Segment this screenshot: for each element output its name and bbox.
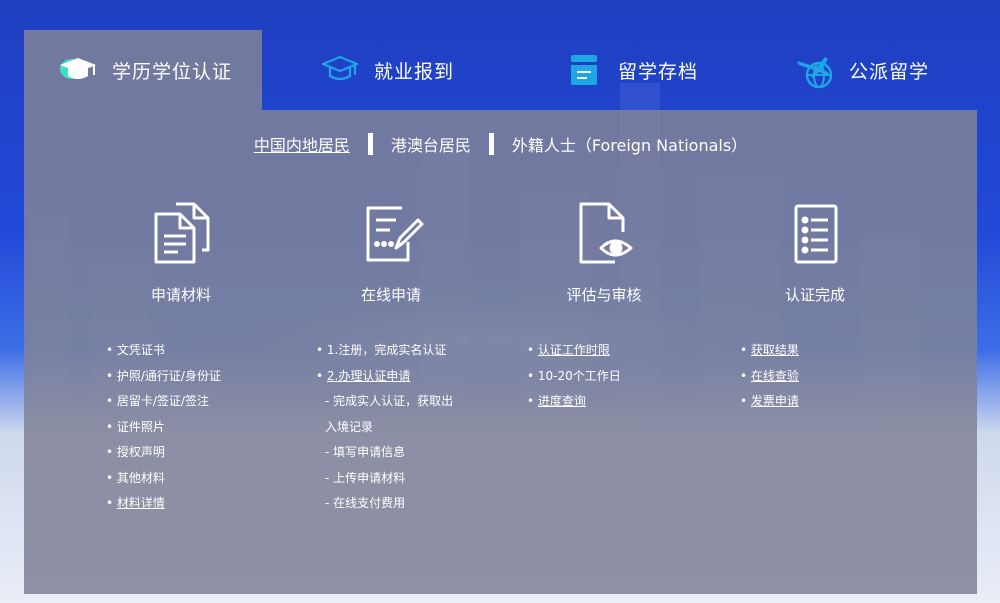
step-evaluation-review: 评估与审核 — [529, 198, 679, 305]
list-item: • 文凭证书 — [106, 343, 165, 357]
tab-label: 留学存档 — [618, 60, 699, 83]
subnav-divider — [488, 133, 494, 155]
review-list: • 认证工作时限 • 10-20个工作日 • 进度查询 — [527, 338, 621, 415]
file-review-eye-icon — [569, 198, 639, 268]
subnav-foreign-nationals[interactable]: 外籍人士（Foreign Nationals） — [512, 132, 747, 156]
list-item: • 其他材料 — [106, 470, 165, 485]
tab-employment-report[interactable]: 就业报到 — [320, 30, 454, 110]
list-item: • 发票申请 — [740, 394, 799, 408]
step-materials: 申请材料 — [106, 198, 256, 305]
step-title: 评估与审核 — [566, 286, 642, 304]
subnav-hk-macao-taiwan[interactable]: 港澳台居民 — [391, 132, 471, 156]
get-result-link[interactable]: 获取结果 — [751, 343, 799, 357]
list-subitem: 入境记录 — [325, 419, 374, 434]
tab-label: 就业报到 — [374, 60, 455, 83]
online-verify-link[interactable]: 在线查验 — [751, 369, 799, 383]
materials-list: • 文凭证书 • 护照/通行证/身份证 • 居留卡/签证/签注 • 证件照片 •… — [106, 338, 221, 517]
list-item: • 认证工作时限 — [527, 343, 610, 357]
step-title: 申请材料 — [150, 286, 211, 304]
graduation-cap-icon — [58, 50, 98, 90]
list-item: • 居留卡/签证/签注 — [106, 394, 209, 408]
top-tabs: 学历学位认证 就业报到 留学存档 公派留学 — [0, 30, 1000, 110]
plane-globe-icon — [795, 50, 835, 90]
list-subitem: - 完成实人认证，获取出 — [325, 394, 454, 408]
list-item: • 10-20个工作日 — [527, 368, 621, 383]
form-edit-icon — [356, 198, 426, 268]
step-online-application: 在线申请 — [316, 198, 466, 305]
list-subitem: - 填写申请信息 — [325, 445, 406, 459]
documents-icon — [146, 198, 216, 268]
list-item: • 证件照片 — [106, 419, 165, 434]
list-item: • 进度查询 — [527, 394, 586, 408]
subnav-divider — [367, 133, 373, 155]
list-item: • 在线查验 — [740, 368, 799, 383]
list-item: • 获取结果 — [740, 343, 799, 357]
tab-study-abroad-archive[interactable]: 留学存档 — [564, 30, 698, 110]
complete-list: • 获取结果 • 在线查验 • 发票申请 — [740, 338, 799, 415]
materials-details-link[interactable]: 材料详情 — [117, 496, 165, 510]
list-item: • 护照/通行证/身份证 — [106, 368, 221, 383]
tab-degree-certification[interactable]: 学历学位认证 — [24, 30, 262, 110]
processing-time-link[interactable]: 认证工作时限 — [538, 343, 610, 357]
list-subitem: - 在线支付费用 — [325, 496, 406, 510]
progress-query-link[interactable]: 进度查询 — [538, 394, 586, 408]
step-title: 认证完成 — [784, 286, 845, 304]
list-item: • 材料详情 — [106, 496, 165, 510]
tab-government-sponsored[interactable]: 公派留学 — [795, 30, 929, 110]
apply-certification-link[interactable]: 2.办理认证申请 — [327, 369, 410, 383]
step-title: 在线申请 — [360, 286, 421, 304]
tab-label: 公派留学 — [849, 60, 930, 83]
list-item: • 2.办理认证申请 — [316, 368, 411, 383]
online-application-list: • 1.注册，完成实名认证 • 2.办理认证申请 - 完成实人认证，获取出 入境… — [316, 338, 453, 517]
list-item: • 1.注册，完成实名认证 — [316, 343, 447, 357]
step-certification-complete: 认证完成 — [740, 198, 890, 305]
archive-folder-icon — [564, 50, 604, 90]
list-item: • 授权声明 — [106, 445, 165, 459]
mortarboard-icon — [320, 50, 360, 90]
list-subitem: - 上传申请材料 — [325, 470, 406, 485]
subnav-mainland-residents[interactable]: 中国内地居民 — [254, 132, 350, 156]
tab-label: 学历学位认证 — [112, 60, 233, 83]
content-panel: 中国内地居民 港澳台居民 外籍人士（Foreign Nationals） 申请材… — [24, 110, 977, 594]
checklist-icon — [780, 198, 850, 268]
resident-type-nav: 中国内地居民 港澳台居民 外籍人士（Foreign Nationals） — [24, 132, 977, 156]
invoice-request-link[interactable]: 发票申请 — [751, 394, 799, 408]
